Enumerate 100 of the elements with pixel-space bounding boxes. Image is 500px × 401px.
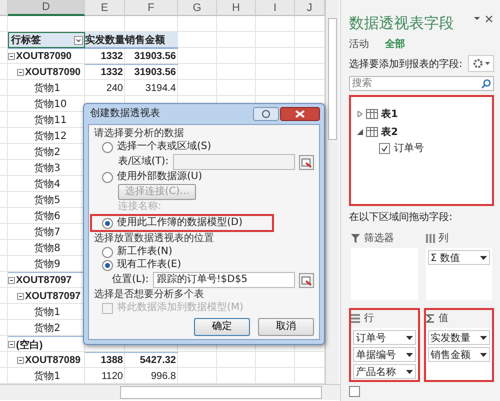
field-name: 单据编号 (356, 348, 396, 362)
radio-button[interactable] (102, 246, 113, 258)
close-icon[interactable] (472, 14, 494, 24)
columns-icon (426, 234, 434, 242)
collapse-icon[interactable] (17, 292, 24, 300)
collapse-icon[interactable] (8, 277, 15, 284)
field-chip[interactable]: 订单号 (353, 330, 416, 345)
search-field[interactable]: 搜索 (349, 76, 494, 91)
field-chip[interactable]: 销售金额 (428, 347, 490, 362)
column-header[interactable]: I (256, 0, 295, 16)
settings-icon[interactable] (468, 55, 494, 72)
field-name: 产品名称 (356, 366, 396, 378)
table-cell-text: 货物11 (33, 114, 68, 128)
range-picker-icon[interactable] (299, 154, 314, 170)
rows-icon (351, 314, 360, 322)
area-title: 列 (438, 232, 448, 245)
section-title: 请选择要分析的数据 (94, 128, 185, 140)
table-cell-text: 货物2 (33, 322, 62, 336)
table-cell: 5427.32 (125, 352, 178, 368)
table-cell-text: 货物6 (33, 210, 62, 224)
field-name[interactable]: 订单号 (394, 141, 424, 155)
collapse-icon[interactable] (17, 68, 24, 76)
scrollbar[interactable] (0, 384, 340, 400)
dropdown-icon[interactable] (406, 352, 412, 356)
table-cell: 销售金额 (125, 32, 178, 48)
drop-zone[interactable]: Σ 数值 (426, 248, 492, 300)
column-header[interactable]: F (125, 0, 178, 16)
dropdown-icon[interactable] (480, 256, 487, 260)
field-name: 销售金额 (430, 348, 470, 362)
tab[interactable]: 全部 (385, 37, 405, 51)
table-name[interactable]: 表2 (381, 125, 398, 139)
collapse-icon[interactable] (8, 341, 15, 348)
range-picker-icon[interactable] (299, 272, 314, 288)
dialog-title: 创建数据透视表 (90, 108, 160, 120)
radio-label[interactable]: 选择一个表或区域(S) (117, 141, 212, 153)
radio-button[interactable] (102, 172, 113, 182)
table-cell: XOUT87090 (25, 66, 81, 78)
table-cell-text: 货物5 (33, 194, 62, 208)
field-label: 表/区域(T): (118, 156, 169, 168)
collapse-icon[interactable] (17, 356, 24, 364)
section-title: 选择是否想要分析多个表 (94, 289, 205, 301)
field-name: 实发数量 (430, 332, 470, 344)
column-header[interactable]: E (85, 0, 125, 16)
checkbox[interactable] (349, 386, 360, 397)
table-cell-text: 240 (105, 82, 124, 96)
radio-button[interactable] (102, 142, 113, 152)
expand-icon[interactable] (357, 111, 363, 117)
table-cell-text: (空白) (16, 338, 43, 352)
ok-button[interactable]: 确定 (194, 318, 250, 336)
section-title: 选择放置数据透视表的位置 (94, 233, 215, 245)
radio-label[interactable]: 现有工作表(E) (117, 259, 182, 271)
search-icon[interactable] (481, 79, 491, 89)
table-cell-text: 货物8 (33, 242, 62, 256)
table-cell-text: 货物1 (33, 306, 62, 320)
collapse-icon[interactable] (8, 53, 15, 60)
checkbox[interactable] (379, 142, 390, 154)
dropdown-icon[interactable] (74, 36, 83, 44)
radio-label[interactable]: 新工作表(N) (117, 246, 172, 258)
radio-label[interactable]: 使用此工作簿的数据模型(D) (117, 217, 243, 229)
dropdown-icon[interactable] (480, 336, 487, 340)
help-icon[interactable] (253, 107, 279, 121)
radio-label[interactable]: 使用外部数据源(U) (117, 171, 202, 183)
check-icon (381, 144, 388, 152)
radio-button[interactable] (102, 260, 113, 270)
filter-icon (351, 234, 360, 242)
cancel-button[interactable]: 取消 (258, 318, 314, 336)
tab[interactable]: 活动 (349, 37, 369, 51)
table-name[interactable]: 表1 (381, 107, 398, 121)
field-name: Σ 数值 (430, 252, 460, 264)
dropdown-icon[interactable] (406, 336, 412, 340)
dropdown-icon[interactable] (480, 352, 487, 356)
instruction-text: 选择要添加到报表的字段: (349, 58, 462, 70)
drop-zone[interactable]: 实发数量 销售金额 (426, 328, 492, 380)
column-header[interactable]: J (295, 0, 325, 16)
field-chip[interactable]: 实发数量 (428, 330, 490, 345)
field-chip[interactable]: 单据编号 (353, 347, 416, 362)
close-icon[interactable] (280, 107, 320, 121)
table-cell-text: 1120 (100, 370, 124, 384)
input-field[interactable] (172, 154, 295, 170)
column-header[interactable]: H (217, 0, 256, 16)
table-cell-text: 货物1 (33, 82, 62, 96)
drop-zone[interactable]: 订单号 单据编号 产品名称 (351, 328, 418, 380)
column-header[interactable]: G (178, 0, 217, 16)
table-cell-text: 996.8 (150, 370, 177, 384)
collapse-icon[interactable] (357, 129, 363, 135)
table-cell: XOUT87097 (16, 275, 72, 286)
input-field[interactable]: 跟踪的订单号!$D$5 (152, 272, 295, 288)
table-cell-text: 货物2 (33, 146, 62, 160)
table-cell: 31903.56 (125, 64, 178, 80)
dropdown-icon[interactable] (406, 370, 412, 374)
field-chip[interactable]: 产品名称 (353, 364, 416, 379)
field-chip[interactable]: Σ 数值 (428, 250, 490, 265)
scrollbar[interactable] (325, 0, 339, 384)
radio-button[interactable] (102, 218, 113, 228)
table-cell-text: 货物9 (33, 258, 62, 272)
panel-title: 数据透视表字段 (349, 14, 454, 33)
area-title: 值 (438, 312, 448, 325)
table-cell-text: 行标签 (11, 34, 41, 47)
table-cell-text: 货物1 (33, 370, 62, 384)
column-header[interactable]: D (8, 0, 85, 16)
